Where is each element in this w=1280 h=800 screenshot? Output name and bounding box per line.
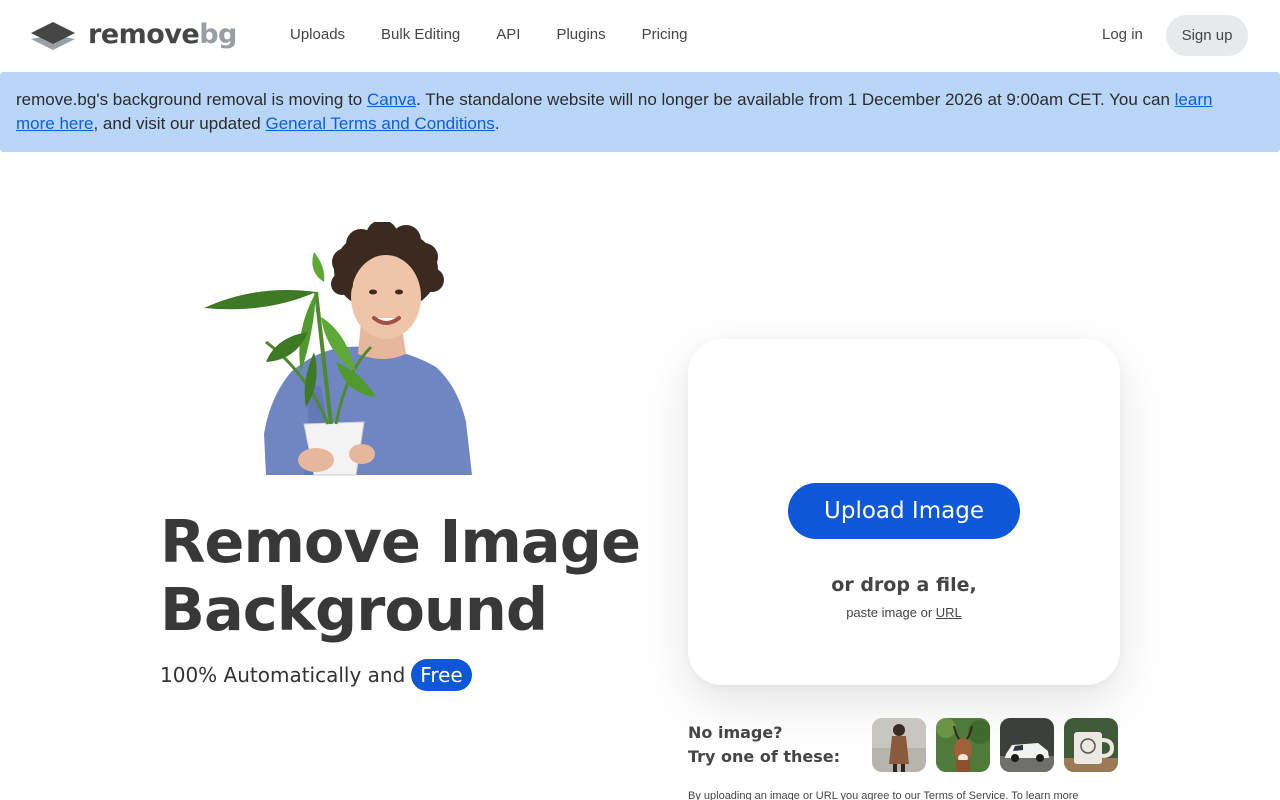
- brand-name-part1: remove: [88, 19, 200, 50]
- samples-label-line2: Try one of these:: [688, 747, 841, 766]
- hero-photo-man-with-plant: [196, 220, 481, 476]
- paste-hint: paste image or URL: [688, 604, 1120, 622]
- upload-dropzone[interactable]: Upload Image or drop a file, paste image…: [688, 339, 1120, 685]
- nav-item-api[interactable]: API: [496, 24, 520, 46]
- hero-subtitle-text: 100% Automatically and: [160, 663, 406, 687]
- logo-layers-icon: [31, 22, 75, 50]
- page-title-line1: Remove Image: [160, 507, 641, 576]
- canva-link[interactable]: Canva: [367, 90, 416, 109]
- banner-text: . The standalone website will no longer …: [416, 90, 1175, 109]
- brand-name-part2: bg: [199, 19, 237, 50]
- login-link[interactable]: Log in: [1102, 24, 1143, 46]
- main-nav: Uploads Bulk Editing API Plugins Pricing: [290, 24, 724, 46]
- samples-label-line1: No image?: [688, 723, 783, 742]
- terms-notice: By uploading an image or URL you agree t…: [688, 790, 1079, 800]
- nav-item-plugins[interactable]: Plugins: [556, 24, 605, 46]
- nav-item-bulk-editing[interactable]: Bulk Editing: [381, 24, 460, 46]
- sample-thumbnail-mug[interactable]: [1064, 718, 1118, 772]
- drop-file-text: or drop a file,: [831, 574, 977, 596]
- paste-hint-text: paste image or: [846, 605, 936, 620]
- brand-logo[interactable]: removebg: [31, 18, 237, 52]
- announcement-banner: remove.bg's background removal is moving…: [0, 72, 1280, 152]
- upload-image-button[interactable]: Upload Image: [788, 483, 1020, 539]
- nav-item-pricing[interactable]: Pricing: [642, 24, 688, 46]
- url-link[interactable]: URL: [936, 605, 962, 620]
- samples-label: No image? Try one of these:: [688, 721, 840, 769]
- sample-thumbnail-woman[interactable]: [872, 718, 926, 772]
- banner-text: , and visit our updated: [93, 114, 266, 133]
- hero-subtitle: 100% Automatically and Free: [160, 659, 472, 691]
- page-title: Remove Image Background: [160, 507, 641, 644]
- signup-button[interactable]: Sign up: [1166, 15, 1248, 56]
- sample-thumbnail-deer[interactable]: [936, 718, 990, 772]
- nav-item-uploads[interactable]: Uploads: [290, 24, 345, 46]
- brand-wordmark: removebg: [88, 18, 237, 52]
- top-navbar: removebg Uploads Bulk Editing API Plugin…: [0, 0, 1280, 72]
- banner-text: .: [494, 114, 500, 133]
- sample-thumbnail-car[interactable]: [1000, 718, 1054, 772]
- page-title-line2: Background: [160, 575, 548, 644]
- banner-text: remove.bg's background removal is moving…: [16, 90, 367, 109]
- free-badge: Free: [411, 659, 472, 691]
- terms-link[interactable]: General Terms and Conditions: [266, 114, 495, 133]
